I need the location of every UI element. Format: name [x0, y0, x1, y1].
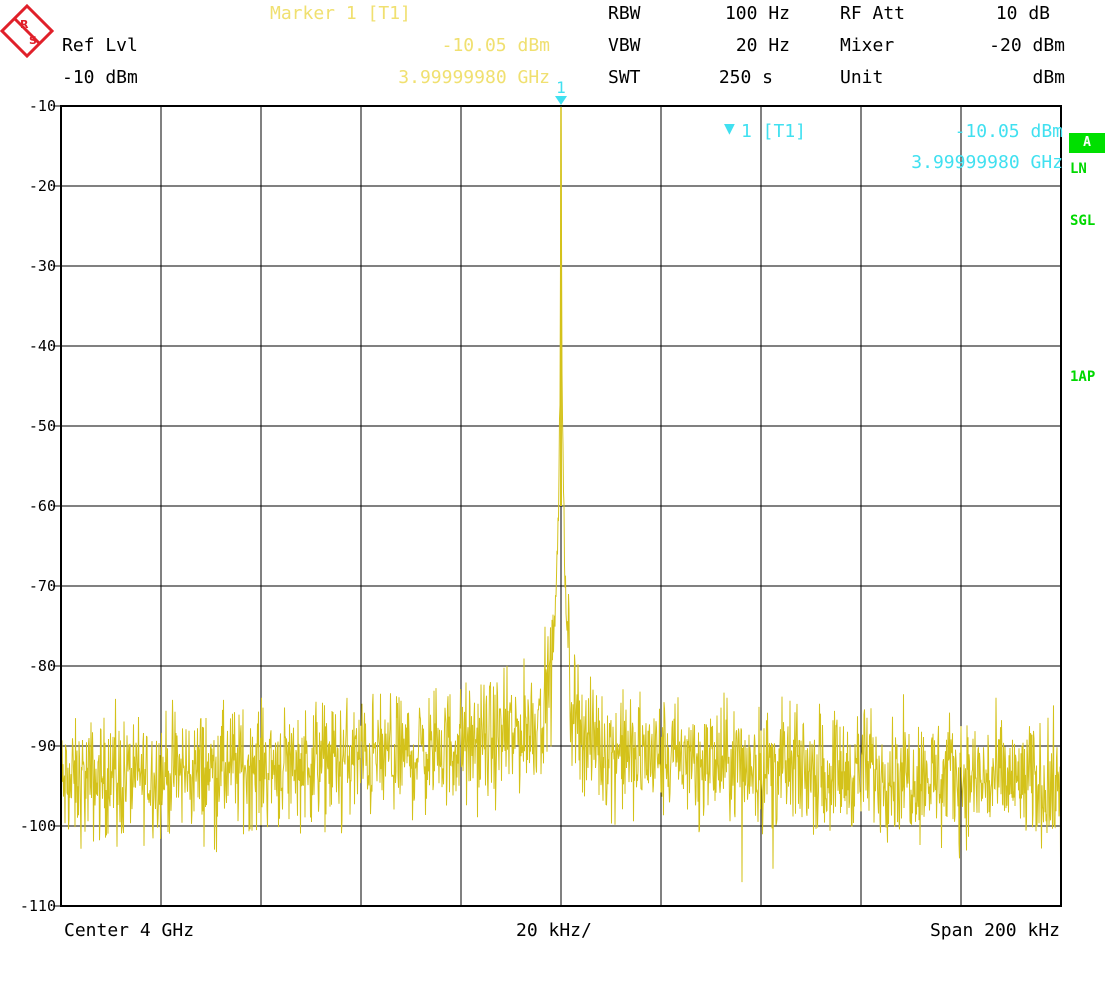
- trace-a-badge: A: [1069, 133, 1105, 153]
- marker-readout-frequency: 3.99999980 GHz: [911, 152, 1063, 173]
- sgl-label: SGL: [1070, 213, 1096, 229]
- y-tick-label: -80: [29, 657, 56, 675]
- y-tick-label: -50: [29, 417, 56, 435]
- y-tick-label: -90: [29, 737, 56, 755]
- spectrum-analyzer-screen: R S Marker 1 [T1] -10.05 dBm 3.99999980 …: [0, 0, 1120, 986]
- y-tick-label: -60: [29, 497, 56, 515]
- y-tick-label: -70: [29, 577, 56, 595]
- center-frequency: Center 4 GHz: [64, 920, 195, 941]
- y-tick-label: -10: [29, 97, 56, 115]
- y-tick-label: -100: [20, 817, 56, 835]
- y-tick-label: -30: [29, 257, 56, 275]
- ap-label: 1AP: [1070, 369, 1096, 385]
- y-axis: -10 -20 -30 -40 -50 -60 -70 -80 -90 -100 -110: [20, 97, 61, 915]
- ln-label: LN: [1070, 161, 1087, 177]
- marker-readout-label: 1 [T1]: [741, 121, 807, 142]
- spectrum-chart: -10 -20 -30 -40 -50 -60 -70 -80 -90 -100 -110 1: [20, 78, 1062, 915]
- y-tick-label: -40: [29, 337, 56, 355]
- marker-readout-level: -10.05 dBm: [954, 121, 1063, 142]
- y-tick-label: -110: [20, 897, 56, 915]
- span: Span 200 kHz: [929, 920, 1060, 941]
- y-tick-label: -20: [29, 177, 56, 195]
- marker-1: 1: [555, 78, 567, 107]
- marker-readout-triangle-icon: ▼: [724, 118, 735, 139]
- frequency-division: 20 kHz/: [516, 920, 592, 941]
- trace-1-peak: [560, 106, 562, 507]
- marker-1-triangle-icon: [555, 96, 567, 105]
- marker-1-number: 1: [556, 78, 566, 97]
